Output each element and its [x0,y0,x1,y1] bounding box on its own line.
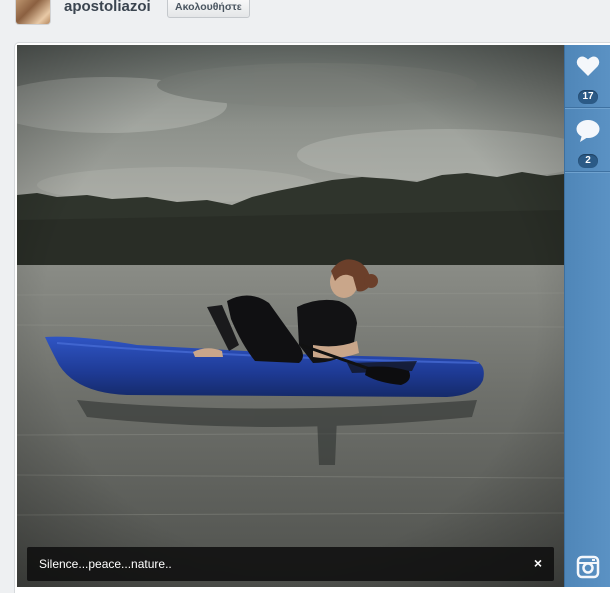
speech-bubble-icon [576,120,600,142]
like-button[interactable]: 17 [565,55,610,104]
photo-scene [17,45,564,587]
rail-divider [565,107,610,109]
caption-text: Silence...peace...nature.. [39,557,172,571]
action-rail: 17 2 [564,45,610,587]
post-photo[interactable] [17,45,564,587]
close-icon[interactable]: × [534,555,542,571]
instagram-camera-icon[interactable] [565,555,610,584]
post-header: apostoliazoi Ακολουθήστε [0,0,610,26]
heart-icon [576,56,600,76]
caption-bar: Silence...peace...nature.. × [27,547,554,581]
likes-count: 17 [578,90,598,104]
comment-button[interactable]: 2 [565,119,610,168]
comments-count: 2 [578,154,598,168]
avatar[interactable] [16,0,50,24]
follow-button[interactable]: Ακολουθήστε [167,0,250,18]
username[interactable]: apostoliazoi [64,0,151,15]
rail-divider [565,171,610,173]
